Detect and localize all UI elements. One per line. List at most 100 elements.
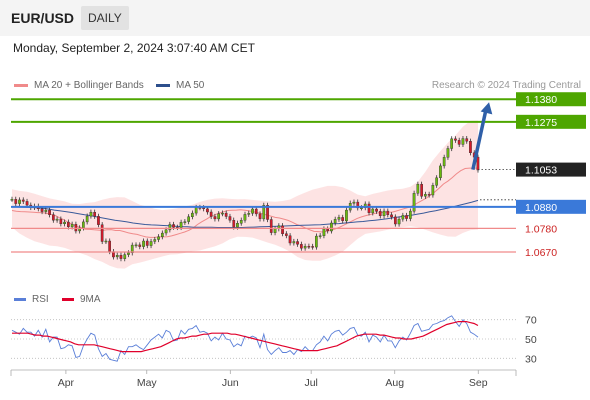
price-level-1.1380: 1.1380 [11,92,586,107]
candle-body [44,209,48,212]
candle-body [70,224,74,228]
candle-body [89,211,93,217]
candle-body [307,245,311,248]
candle-body [254,208,258,215]
candle-body [326,228,329,232]
candle-body [232,219,236,228]
candle-body [397,218,401,225]
candle [439,163,442,181]
candle-body [288,235,292,244]
price-chart[interactable]: 1.1380 1.1275 1.1053 1.0880 1.0780 1.0670 70 5… [0,0,590,400]
candle-body [292,241,296,244]
candle [469,138,472,156]
candle-body [14,199,18,204]
candle-body [281,225,284,235]
candle-body [378,211,382,217]
candle-body [394,216,397,225]
candle-body [416,183,420,194]
candle-body [285,233,288,236]
candle-body [100,224,104,242]
candle-body [194,207,198,214]
candle-body [97,216,100,225]
candle-body [59,218,63,225]
x-axis: Apr May Jun Jul Aug Sep [10,369,517,389]
x-tick-label: Jun [222,377,239,389]
candle-body [221,212,224,215]
candle-body [405,215,408,219]
candle [266,202,269,223]
candle-body [454,138,457,141]
candle-body [345,209,348,222]
candle-body [81,221,85,229]
candle-body [108,240,111,252]
candle-body [315,235,318,248]
candle-body [251,208,254,214]
candle-body [55,218,59,221]
arrow-head [480,102,493,115]
candle-body [228,216,232,221]
candle-body [420,183,423,197]
rsi-tick-label: 30 [525,353,537,365]
level-label: 1.1380 [525,94,557,106]
rsi-panel: 70 50 30 [11,315,537,365]
candle-body [375,208,378,212]
level-label: 1.0880 [525,202,557,214]
candle-body [164,229,168,234]
candle-body [123,254,127,259]
candle-body [142,240,145,247]
candle-body [183,221,187,223]
candle-body [469,140,472,153]
candle-body [247,213,251,215]
price-level-1.1275: 1.1275 [11,114,586,129]
candle-body [409,210,412,219]
candle-body [63,221,66,225]
candle-body [93,211,96,217]
candle-body [209,211,213,217]
candle [100,222,104,245]
candle-body [322,228,326,236]
candle-body [213,216,217,220]
candle-body [450,138,453,149]
candle-body [160,232,164,238]
candle-body [382,210,386,217]
candle-body [179,222,183,228]
candle-body [435,177,438,186]
level-label: 1.1275 [525,117,557,129]
candle-body [476,156,480,171]
candle-body [149,241,153,246]
candle-body [269,219,273,233]
candle [412,190,416,214]
level-label: 1.0670 [525,247,557,259]
candle-body [386,210,390,216]
candle-body [442,157,446,167]
candle-body [52,214,55,221]
candle-body [239,219,243,224]
candle-body [424,194,427,197]
candle-body [145,240,149,246]
candle-body [360,207,363,209]
candle-body [303,245,307,249]
candle [420,181,423,199]
candle-body [371,208,375,214]
candle-body [18,199,21,204]
candle-body [412,193,416,212]
candle-body [333,219,337,224]
candle-body [21,199,25,202]
candle-body [48,209,51,216]
candle-body [330,222,333,232]
candle-body [273,228,277,233]
candle-body [401,215,405,220]
candle-body [341,217,344,221]
rsi-tick-label: 70 [525,315,537,327]
candle-body [465,138,469,142]
candle-body [134,244,138,247]
candle-body [243,214,247,221]
candle-body [187,216,190,222]
candle-body [224,212,228,217]
price-level-1.1053: 1.1053 [478,162,586,177]
x-tick-label: Aug [385,377,404,389]
candle-body [457,140,461,145]
candle-body [390,214,393,218]
candle-body [25,201,29,206]
level-label: 1.1053 [525,165,557,177]
